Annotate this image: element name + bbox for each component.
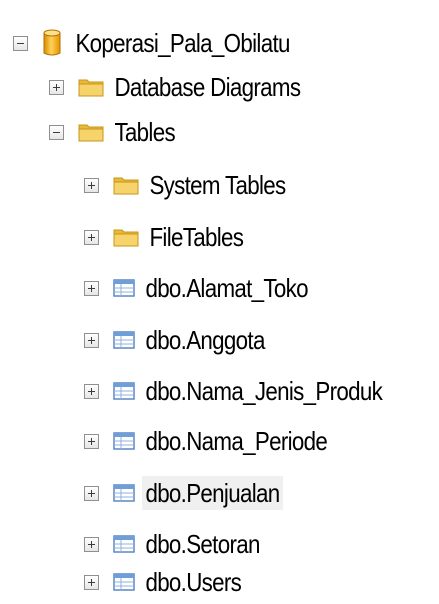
tree-node-label-selected[interactable]: dbo.Penjualan	[142, 476, 283, 510]
table-icon	[113, 382, 135, 400]
object-explorer-tree: Koperasi_Pala_Obilatu Database Diagrams …	[0, 0, 439, 597]
expand-toggle-icon[interactable]	[84, 485, 99, 501]
tree-node-filetables[interactable]: FileTables	[0, 215, 263, 259]
tree-node-label[interactable]: System Tables	[146, 168, 289, 202]
tree-node-database[interactable]: Koperasi_Pala_Obilatu	[0, 21, 329, 65]
tree-node-label[interactable]: dbo.Users	[142, 565, 245, 599]
folder-icon	[113, 177, 139, 195]
tree-node-table[interactable]: dbo.Penjualan	[0, 471, 306, 515]
tree-node-label[interactable]: Koperasi_Pala_Obilatu	[72, 26, 293, 60]
tree-node-table[interactable]: dbo.Anggota	[0, 318, 289, 362]
tree-node-system-tables[interactable]: System Tables	[0, 163, 312, 207]
table-icon	[113, 484, 135, 502]
tree-node-table[interactable]: dbo.Alamat_Toko	[0, 266, 339, 310]
expand-toggle-icon[interactable]	[84, 280, 99, 296]
collapse-toggle-icon[interactable]	[49, 124, 64, 140]
expand-toggle-icon[interactable]	[49, 79, 64, 95]
expand-toggle-icon[interactable]	[84, 574, 99, 590]
tree-node-tables[interactable]: Tables	[0, 110, 189, 154]
expand-toggle-icon[interactable]	[84, 536, 99, 552]
expand-toggle-icon[interactable]	[84, 383, 99, 399]
tree-node-table[interactable]: dbo.Nama_Jenis_Produk	[0, 369, 425, 413]
tree-node-label[interactable]: dbo.Alamat_Toko	[142, 271, 311, 305]
tree-node-label[interactable]: dbo.Nama_Jenis_Produk	[142, 374, 386, 408]
table-icon	[113, 279, 135, 297]
tree-node-label[interactable]: dbo.Nama_Periode	[142, 424, 331, 458]
table-icon	[113, 432, 135, 450]
table-icon	[113, 535, 135, 553]
tree-node-label[interactable]: Database Diagrams	[111, 70, 304, 104]
folder-icon	[113, 229, 139, 247]
expand-toggle-icon[interactable]	[84, 229, 99, 245]
expand-toggle-icon[interactable]	[84, 433, 99, 449]
tree-node-table[interactable]: dbo.Nama_Periode	[0, 419, 361, 463]
expand-toggle-icon[interactable]	[84, 177, 99, 193]
tree-node-label[interactable]: FileTables	[146, 220, 247, 254]
tree-node-label[interactable]: Tables	[111, 115, 178, 149]
tree-node-label[interactable]: dbo.Anggota	[142, 323, 268, 357]
database-icon	[43, 29, 61, 56]
expand-toggle-icon[interactable]	[84, 332, 99, 348]
tree-node-database-diagrams[interactable]: Database Diagrams	[0, 65, 335, 109]
tree-node-label[interactable]: dbo.Setoran	[142, 527, 263, 561]
table-icon	[113, 331, 135, 349]
table-icon	[113, 573, 135, 591]
folder-icon	[78, 79, 104, 97]
folder-icon	[78, 124, 104, 142]
collapse-toggle-icon[interactable]	[13, 35, 28, 51]
tree-node-table[interactable]: dbo.Users	[0, 560, 261, 604]
